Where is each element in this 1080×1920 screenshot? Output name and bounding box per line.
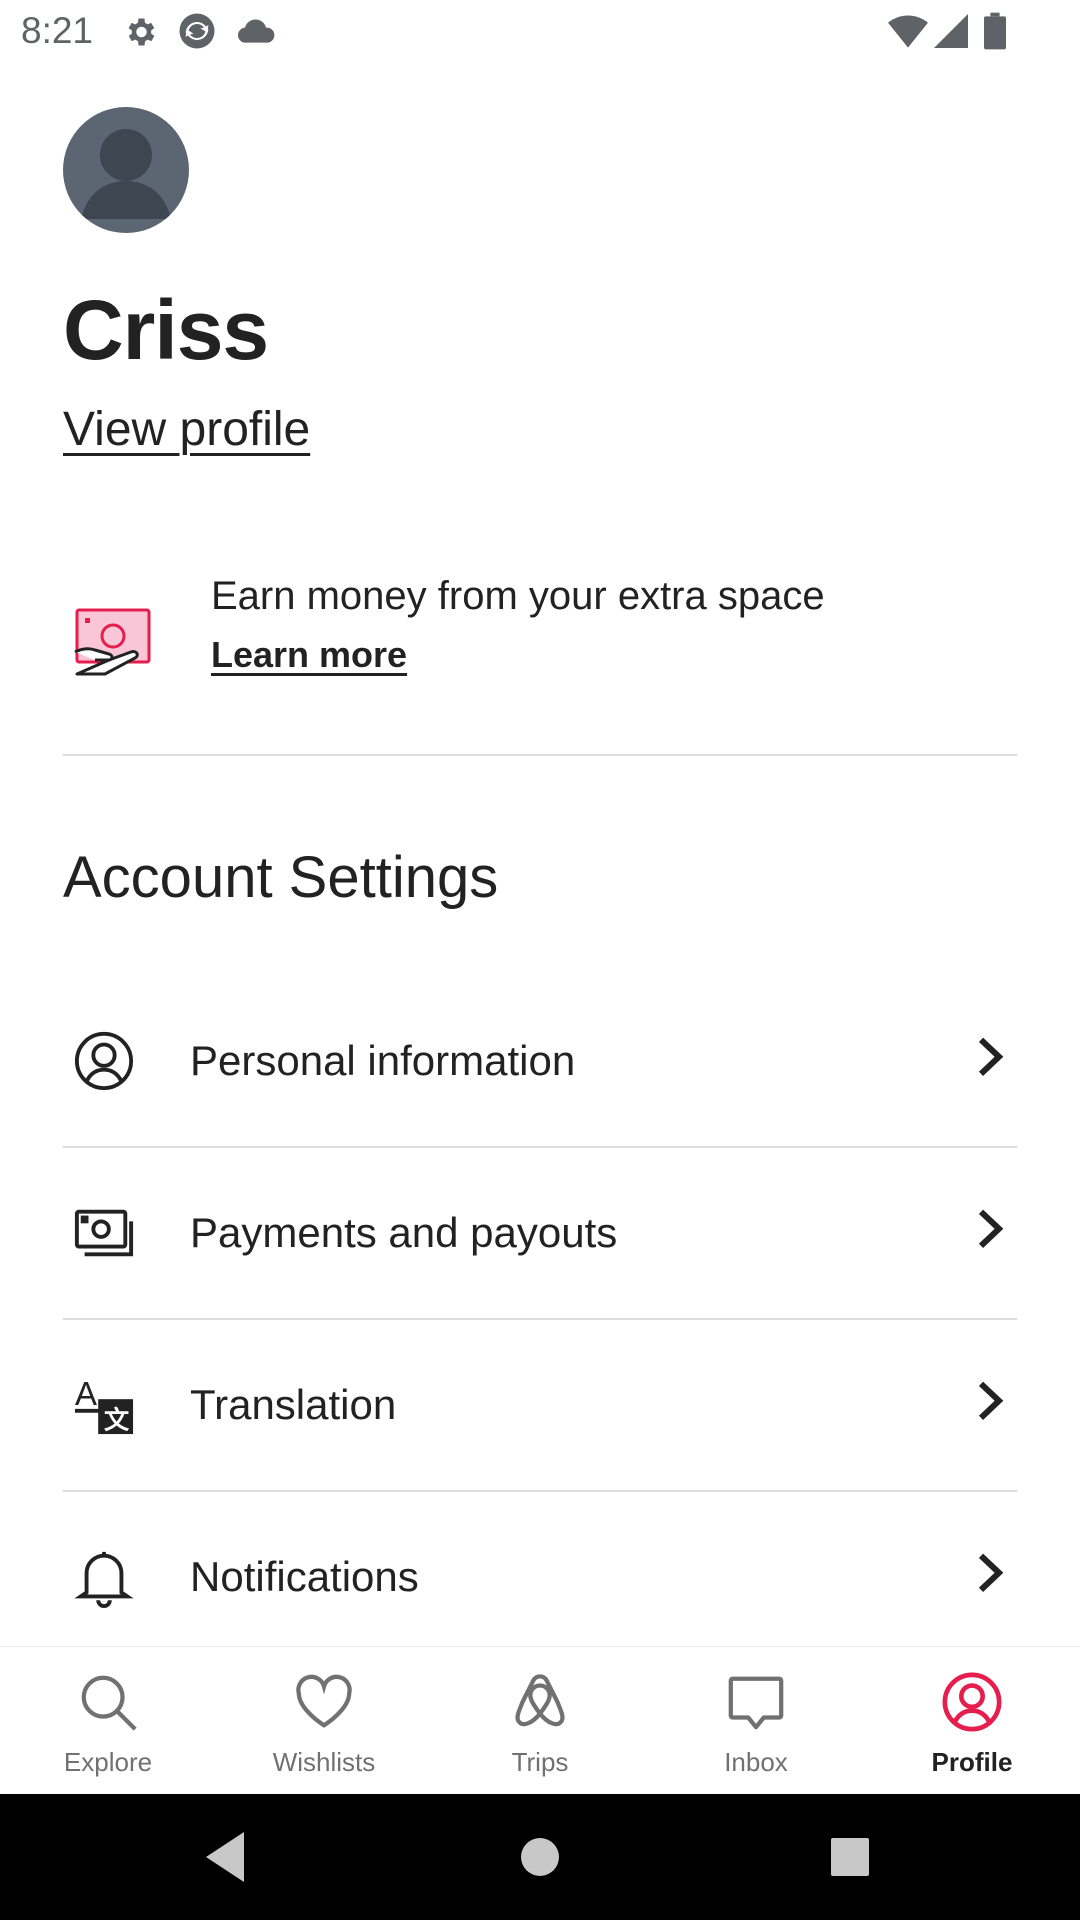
chevron-right-icon [975, 1208, 1005, 1250]
settings-item-label: Translation [190, 1381, 397, 1428]
settings-item-personal-information[interactable]: Personal information [63, 976, 1017, 1146]
system-nav-bar [0, 1794, 1080, 1920]
user-circle-icon [73, 1030, 135, 1092]
home-button[interactable] [480, 1794, 600, 1920]
svg-text:A: A [75, 1375, 97, 1412]
view-profile-link[interactable]: View profile [63, 402, 310, 457]
chevron-right-icon [975, 1036, 1005, 1078]
nav-label: Inbox [724, 1747, 788, 1777]
host-promo-title: Earn money from your extra space [211, 574, 825, 618]
heart-icon [293, 1671, 355, 1733]
settings-item-label: Payments and payouts [190, 1209, 618, 1256]
nav-label: Trips [511, 1747, 569, 1777]
host-promo-card[interactable]: Earn money from your extra space Learn m… [63, 574, 1017, 704]
learn-more-link[interactable]: Learn more [211, 634, 407, 676]
bell-icon [73, 1546, 135, 1608]
nav-label: Profile [931, 1747, 1013, 1777]
chevron-right-icon [975, 1552, 1005, 1594]
settings-item-notifications[interactable]: Notifications [63, 1492, 1017, 1646]
sync-app-icon [176, 10, 218, 57]
profile-content[interactable]: Criss View profile Earn money from your … [0, 64, 1080, 1646]
cloud-icon [236, 16, 276, 51]
nav-label: Explore [63, 1747, 153, 1777]
default-avatar-icon [81, 129, 171, 219]
back-icon [206, 1832, 244, 1882]
wifi-icon [888, 14, 928, 53]
translate-icon: A 文 [73, 1374, 135, 1436]
settings-item-translation[interactable]: A 文 Translation [63, 1320, 1017, 1490]
nav-explore[interactable]: Explore [0, 1647, 216, 1795]
cash-hand-icon [73, 604, 153, 684]
gear-icon [122, 14, 158, 55]
bottom-nav: Explore Wishlists Trips Inbox Profile [0, 1646, 1080, 1794]
recents-icon [831, 1838, 869, 1876]
home-icon [521, 1838, 559, 1876]
payments-icon [73, 1202, 135, 1264]
status-bar: 8:21 [0, 0, 1080, 64]
cell-signal-icon [934, 14, 968, 53]
settings-item-label: Personal information [190, 1037, 576, 1084]
nav-profile[interactable]: Profile [864, 1647, 1080, 1795]
svg-text:文: 文 [104, 1405, 130, 1434]
account-settings-title: Account Settings [63, 845, 499, 910]
nav-wishlists[interactable]: Wishlists [216, 1647, 432, 1795]
status-time: 8:21 [21, 10, 94, 51]
recents-button[interactable] [790, 1794, 910, 1920]
avatar[interactable] [63, 107, 189, 233]
airbnb-logo-icon [509, 1671, 571, 1733]
nav-label: Wishlists [272, 1747, 376, 1777]
settings-item-payments-and-payouts[interactable]: Payments and payouts [63, 1148, 1017, 1318]
profile-screen: 8:21 Criss View profile Earn money from … [0, 0, 1080, 1920]
profile-icon [941, 1671, 1003, 1733]
nav-inbox[interactable]: Inbox [648, 1647, 864, 1795]
settings-item-label: Notifications [190, 1553, 419, 1600]
chevron-right-icon [975, 1380, 1005, 1422]
divider [63, 754, 1017, 756]
search-icon [77, 1671, 139, 1733]
battery-icon [984, 12, 1006, 55]
nav-trips[interactable]: Trips [432, 1647, 648, 1795]
message-icon [725, 1671, 787, 1733]
user-name: Criss [63, 283, 269, 377]
back-button[interactable] [166, 1794, 286, 1920]
